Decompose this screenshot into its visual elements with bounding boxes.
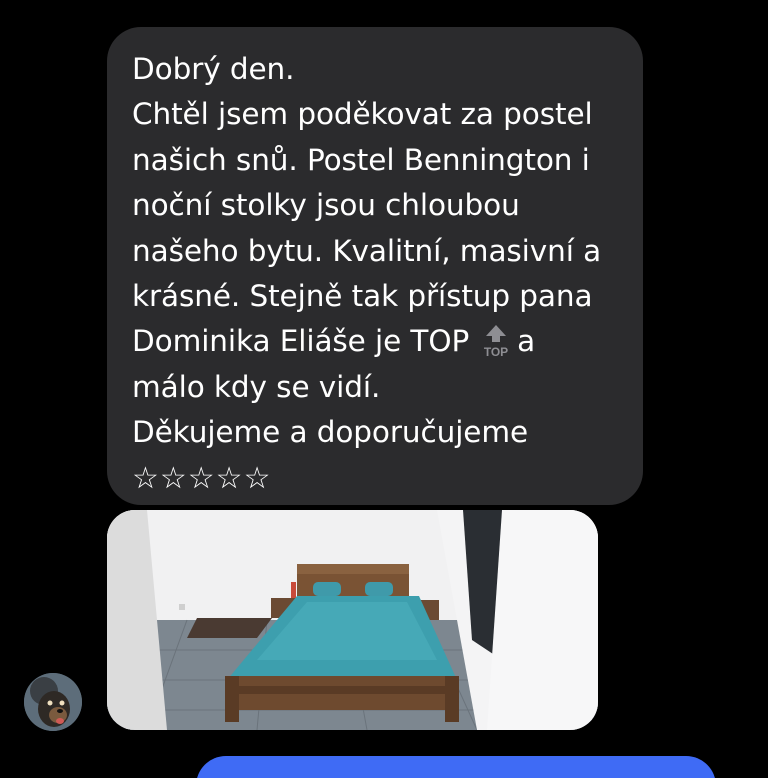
top-arrow-emoji-icon: TOP xyxy=(479,323,513,359)
top-emoji-text: TOP xyxy=(484,345,508,359)
message-line: našich snů. Postel Bennington i xyxy=(132,142,590,177)
star-rating: ☆☆☆☆☆ xyxy=(132,460,272,496)
message-line: Chtěl jsem poděkovat za postel xyxy=(132,97,593,132)
message-thread: Dobrý den. Chtěl jsem poděkovat za poste… xyxy=(0,0,768,778)
message-line: našeho bytu. Kvalitní, masivní a xyxy=(132,233,602,268)
message-line: Dobrý den. xyxy=(132,52,295,86)
message-line-text: a xyxy=(517,324,536,359)
bed-photo-image xyxy=(107,510,598,730)
message-line: málo kdy se vidí. xyxy=(132,369,381,404)
message-line: Děkujeme a doporučujeme xyxy=(132,415,529,450)
message-line: Dominika Eliáše je TOP TOP a xyxy=(132,319,619,364)
message-line: krásné. Stejně tak přístup pana xyxy=(132,279,593,314)
outgoing-message-bubble[interactable] xyxy=(196,756,716,778)
sender-avatar[interactable] xyxy=(24,673,82,731)
message-line-text: Dominika Eliáše je TOP xyxy=(132,324,470,359)
bed-photo-attachment[interactable] xyxy=(107,510,598,730)
message-line: noční stolky jsou chloubou xyxy=(132,188,520,223)
dog-avatar-icon xyxy=(24,673,82,731)
incoming-message-bubble[interactable]: Dobrý den. Chtěl jsem poděkovat za poste… xyxy=(107,27,643,505)
